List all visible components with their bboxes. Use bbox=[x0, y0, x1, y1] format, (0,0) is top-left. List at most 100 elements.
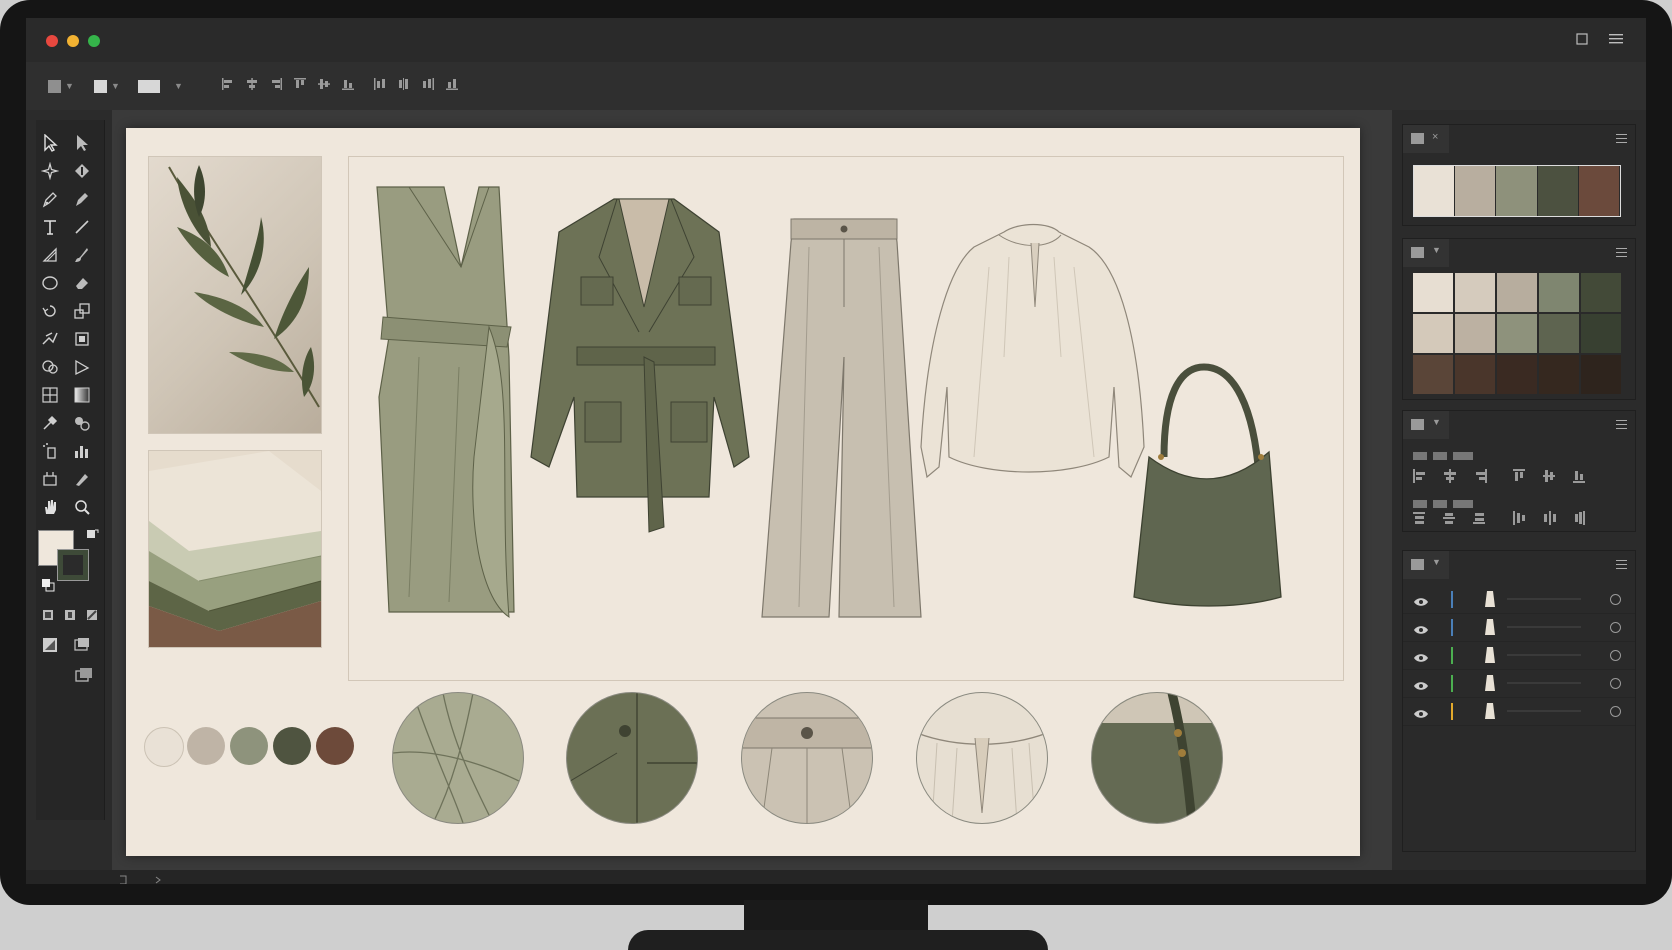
grid-swatch-2-0[interactable] bbox=[1413, 355, 1453, 394]
grid-swatch-0-3[interactable] bbox=[1539, 273, 1579, 312]
gradient-mode-icon[interactable] bbox=[58, 604, 82, 626]
grid-swatch-1-4[interactable] bbox=[1581, 314, 1621, 353]
grid-swatch-0-4[interactable] bbox=[1581, 273, 1621, 312]
canvas-area[interactable] bbox=[112, 110, 1402, 870]
swatch-2[interactable] bbox=[1455, 166, 1497, 216]
wrap-dress[interactable] bbox=[376, 186, 515, 618]
mesh-tool-icon[interactable] bbox=[38, 384, 62, 406]
slice-tool-icon[interactable] bbox=[70, 468, 94, 490]
align-left-icon[interactable] bbox=[222, 78, 234, 90]
artboard-nav-icon[interactable] bbox=[118, 872, 168, 884]
swatch-1[interactable] bbox=[1414, 166, 1456, 216]
visibility-eye-icon[interactable] bbox=[1413, 650, 1429, 662]
grid-swatch-0-0[interactable] bbox=[1413, 273, 1453, 312]
hand-tool-icon[interactable] bbox=[38, 496, 62, 518]
close-window-button[interactable] bbox=[46, 35, 58, 47]
type-tool-icon[interactable] bbox=[38, 216, 62, 238]
trouser-waistband-detail[interactable] bbox=[741, 692, 873, 824]
layer-target-icon[interactable] bbox=[1610, 650, 1621, 661]
distribute-bottom-icon[interactable] bbox=[446, 78, 458, 90]
palette-dot-taupe[interactable] bbox=[187, 727, 225, 765]
wide-leg-trousers[interactable] bbox=[761, 218, 922, 618]
grid-swatch-0-2[interactable] bbox=[1497, 273, 1537, 312]
maximize-icon[interactable] bbox=[1572, 30, 1592, 50]
align-bottom-icon[interactable] bbox=[342, 78, 354, 90]
layer-target-icon[interactable] bbox=[1610, 622, 1621, 633]
curvature-tool-icon[interactable] bbox=[70, 188, 94, 210]
zoom-window-button[interactable] bbox=[88, 35, 100, 47]
swatch-4[interactable] bbox=[1537, 166, 1579, 216]
ellipse-tool-icon[interactable] bbox=[38, 272, 62, 294]
distribute-objects-row[interactable] bbox=[1413, 511, 1593, 525]
hobo-bag[interactable] bbox=[1133, 363, 1282, 607]
shape-builder-icon[interactable] bbox=[38, 356, 62, 378]
align-center-icon[interactable] bbox=[246, 78, 258, 90]
jacket-pocket-detail[interactable] bbox=[566, 692, 698, 824]
paintbrush-icon[interactable] bbox=[70, 244, 94, 266]
visibility-eye-icon[interactable] bbox=[1413, 594, 1429, 606]
distribute-center-icon[interactable] bbox=[398, 78, 410, 90]
swap-colors-icon[interactable] bbox=[80, 524, 104, 546]
rotate-tool-icon[interactable] bbox=[38, 300, 62, 322]
color-guide-tab[interactable]: ▼ bbox=[1403, 239, 1449, 267]
panel-menu-icon[interactable] bbox=[1616, 134, 1627, 143]
visibility-eye-icon[interactable] bbox=[1413, 678, 1429, 690]
palette-dot-brown[interactable] bbox=[316, 727, 354, 765]
align-tab[interactable]: ▼ bbox=[1403, 411, 1449, 439]
palette-dot-sage[interactable] bbox=[230, 727, 268, 765]
grid-swatch-2-4[interactable] bbox=[1581, 355, 1621, 394]
distribute-right-icon[interactable] bbox=[422, 78, 434, 90]
align-objects-row[interactable] bbox=[1413, 469, 1593, 483]
none-mode-icon[interactable] bbox=[80, 604, 104, 626]
selection-tool-icon[interactable] bbox=[38, 132, 62, 154]
eyedropper-icon[interactable] bbox=[38, 412, 62, 434]
align-middle-icon[interactable] bbox=[318, 78, 330, 90]
grid-swatch-2-2[interactable] bbox=[1497, 355, 1537, 394]
bag-strap-detail[interactable] bbox=[1091, 692, 1223, 824]
column-graph-icon[interactable] bbox=[70, 440, 94, 462]
lasso-icon[interactable] bbox=[70, 160, 94, 182]
grid-swatch-2-3[interactable] bbox=[1539, 355, 1579, 394]
layers-tab[interactable]: ▼ bbox=[1403, 551, 1449, 579]
belted-safari-jacket[interactable] bbox=[530, 198, 750, 533]
layer-row[interactable] bbox=[1403, 613, 1635, 642]
peasant-blouse[interactable] bbox=[920, 223, 1145, 479]
grid-swatch-1-0[interactable] bbox=[1413, 314, 1453, 353]
minimize-window-button[interactable] bbox=[67, 35, 79, 47]
swatch-3[interactable] bbox=[1496, 166, 1538, 216]
dress-drape-detail[interactable] bbox=[392, 692, 524, 824]
scale-tool-icon[interactable] bbox=[70, 300, 94, 322]
draw-mode-icon[interactable] bbox=[38, 634, 62, 656]
layer-row[interactable] bbox=[1403, 669, 1635, 698]
opacity-swatch-icon[interactable]: ▼ bbox=[138, 77, 183, 95]
magic-wand-icon[interactable] bbox=[38, 160, 62, 182]
visibility-eye-icon[interactable] bbox=[1413, 622, 1429, 634]
warp-tool-icon[interactable] bbox=[38, 328, 62, 350]
layer-target-icon[interactable] bbox=[1610, 594, 1621, 605]
grid-swatch-1-2[interactable] bbox=[1497, 314, 1537, 353]
perspective-grid-icon[interactable] bbox=[70, 356, 94, 378]
symbol-sprayer-icon[interactable] bbox=[38, 440, 62, 462]
menu-icon[interactable] bbox=[1606, 30, 1626, 50]
grid-swatch-0-1[interactable] bbox=[1455, 273, 1495, 312]
eraser-icon[interactable] bbox=[70, 272, 94, 294]
blouse-neckline-detail[interactable] bbox=[916, 692, 1048, 824]
distribute-left-icon[interactable] bbox=[374, 78, 386, 90]
artboard-tool-icon[interactable] bbox=[38, 468, 62, 490]
layer-target-icon[interactable] bbox=[1610, 706, 1621, 717]
layer-row[interactable] bbox=[1403, 697, 1635, 726]
rectangle-tool-icon[interactable] bbox=[38, 244, 62, 266]
layer-row[interactable] bbox=[1403, 641, 1635, 670]
stroke-color-swatch[interactable] bbox=[57, 549, 89, 581]
pen-tool-icon[interactable] bbox=[38, 188, 62, 210]
layer-row[interactable] bbox=[1403, 585, 1635, 614]
grid-swatch-1-1[interactable] bbox=[1455, 314, 1495, 353]
palette-dot-cream[interactable] bbox=[144, 727, 184, 767]
screen-mode-icon[interactable] bbox=[70, 634, 94, 656]
panel-menu-icon[interactable] bbox=[1616, 248, 1627, 257]
grid-swatch-1-3[interactable] bbox=[1539, 314, 1579, 353]
gradient-tool-icon[interactable] bbox=[70, 384, 94, 406]
panel-menu-icon[interactable] bbox=[1616, 420, 1627, 429]
swatch-5[interactable] bbox=[1578, 166, 1621, 216]
align-top-icon[interactable] bbox=[294, 78, 306, 90]
